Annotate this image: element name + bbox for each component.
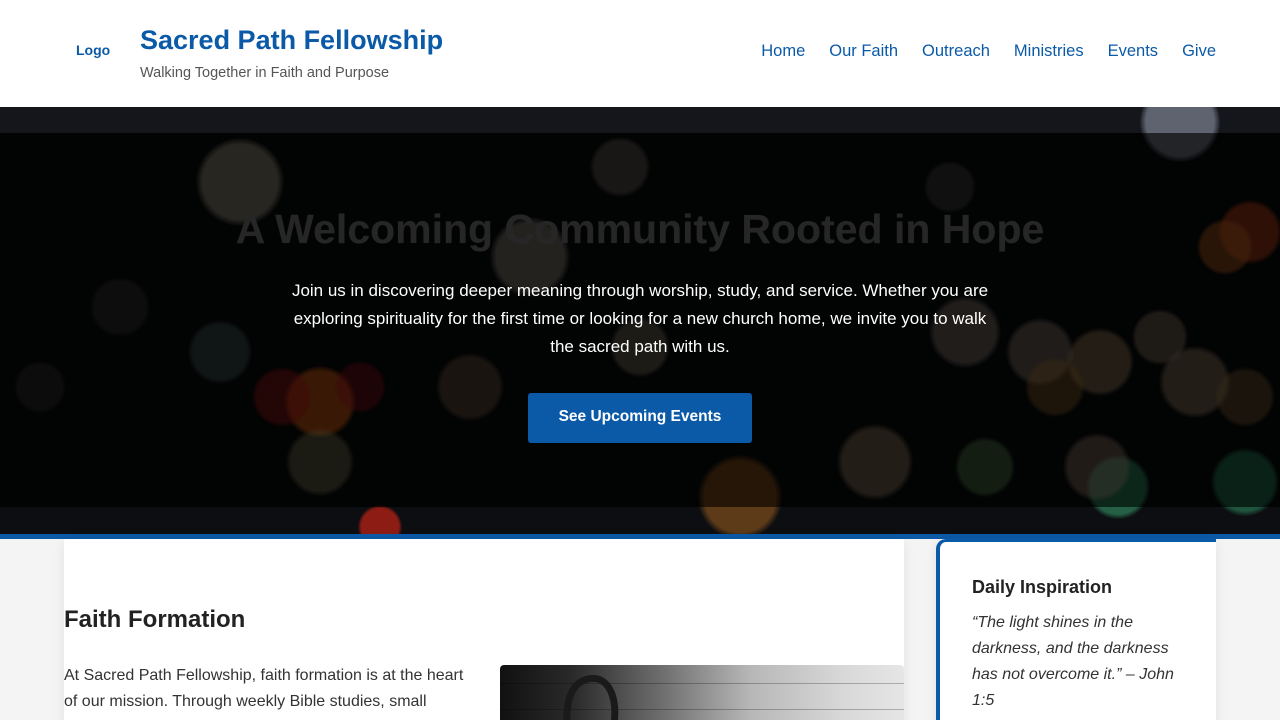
section-body: At Sacred Path Fellowship, faith formati… xyxy=(64,667,464,710)
daily-inspiration-card: Daily Inspiration “The light shines in t… xyxy=(936,539,1216,720)
nav-outreach[interactable]: Outreach xyxy=(922,41,990,61)
logo-link[interactable]: Logo xyxy=(76,42,110,58)
site-header: Logo Sacred Path Fellowship Walking Toge… xyxy=(0,0,1280,107)
nav-give[interactable]: Give xyxy=(1182,41,1216,61)
hero-band-top xyxy=(0,107,1280,133)
hero-band-bottom xyxy=(0,507,1280,534)
hero-section: A Welcoming Community Rooted in Hope Joi… xyxy=(0,107,1280,534)
hero-content: A Welcoming Community Rooted in Hope Joi… xyxy=(0,133,1280,507)
brand: Sacred Path Fellowship Walking Together … xyxy=(140,24,443,82)
nav-ministries[interactable]: Ministries xyxy=(1014,41,1084,61)
site-tagline: Walking Together in Faith and Purpose xyxy=(140,65,390,81)
horseshoe-icon xyxy=(563,674,619,720)
faith-formation-card: Faith Formation At Sacred Path Fellowshi… xyxy=(64,539,904,720)
see-upcoming-events-button[interactable]: See Upcoming Events xyxy=(528,393,752,443)
hero-title: A Welcoming Community Rooted in Hope xyxy=(235,206,1045,252)
nav-home[interactable]: Home xyxy=(761,41,805,61)
main-nav: Home Our Faith Outreach Ministries Event… xyxy=(737,41,1216,61)
section-title: Faith Formation xyxy=(64,606,246,633)
nav-events[interactable]: Events xyxy=(1108,41,1158,61)
inspiration-quote: “The light shines in the darkness, and t… xyxy=(972,614,1174,709)
site-title[interactable]: Sacred Path Fellowship xyxy=(140,24,443,56)
faith-formation-image xyxy=(500,665,904,720)
nav-our-faith[interactable]: Our Faith xyxy=(829,41,898,61)
inspiration-title: Daily Inspiration xyxy=(972,577,1113,597)
hero-text: Join us in discovering deeper meaning th… xyxy=(291,281,989,356)
